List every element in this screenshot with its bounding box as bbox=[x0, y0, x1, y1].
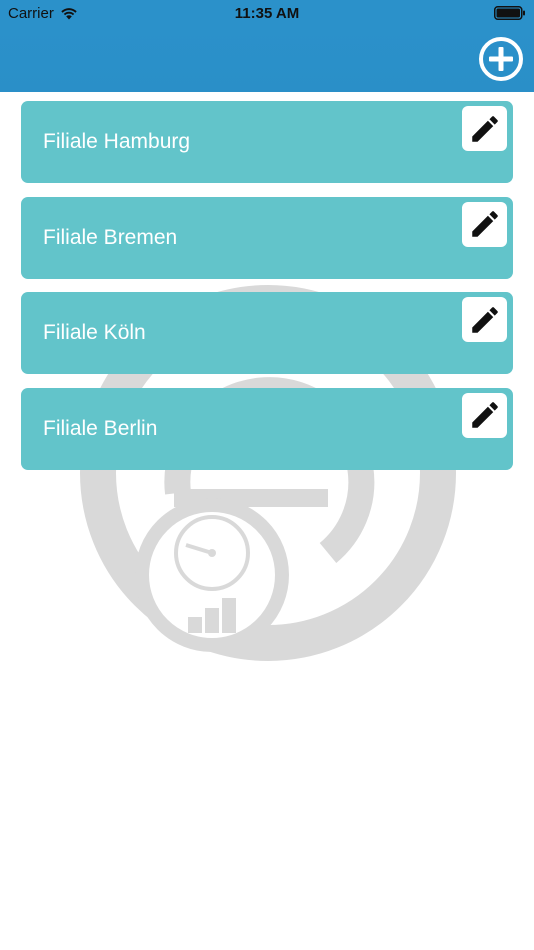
battery-icon bbox=[494, 6, 526, 24]
list-item-branch-bremen[interactable]: Filiale Bremen bbox=[21, 196, 513, 279]
branch-label: Filiale Bremen bbox=[43, 225, 178, 249]
pencil-icon bbox=[471, 306, 498, 333]
pencil-icon bbox=[471, 115, 498, 142]
add-branch-button[interactable] bbox=[478, 36, 524, 82]
pencil-icon bbox=[471, 211, 498, 237]
status-bar: Carrier 11:35 AM bbox=[0, 0, 534, 26]
pencil-icon bbox=[471, 402, 498, 428]
edit-branch-button[interactable] bbox=[462, 201, 507, 247]
edit-branch-button[interactable] bbox=[462, 106, 507, 151]
list-item-branch-hamburg[interactable]: Filiale Hamburg bbox=[21, 101, 513, 183]
edit-branch-button[interactable] bbox=[462, 392, 507, 438]
plus-circle-icon bbox=[479, 37, 523, 81]
list-item-branch-berlin[interactable]: Filiale Berlin bbox=[21, 387, 513, 470]
branch-label: Filiale Berlin bbox=[43, 416, 158, 440]
navigation-bar bbox=[0, 26, 534, 92]
status-time: 11:35 AM bbox=[234, 5, 300, 22]
list-item-branch-koeln[interactable]: Filiale Köln bbox=[21, 292, 513, 374]
edit-branch-button[interactable] bbox=[462, 297, 507, 342]
branch-label: Filiale Hamburg bbox=[43, 130, 191, 153]
branch-label: Filiale Köln bbox=[43, 321, 146, 344]
branch-list: Filiale Hamburg Filiale Bremen Filiale K… bbox=[21, 101, 513, 483]
